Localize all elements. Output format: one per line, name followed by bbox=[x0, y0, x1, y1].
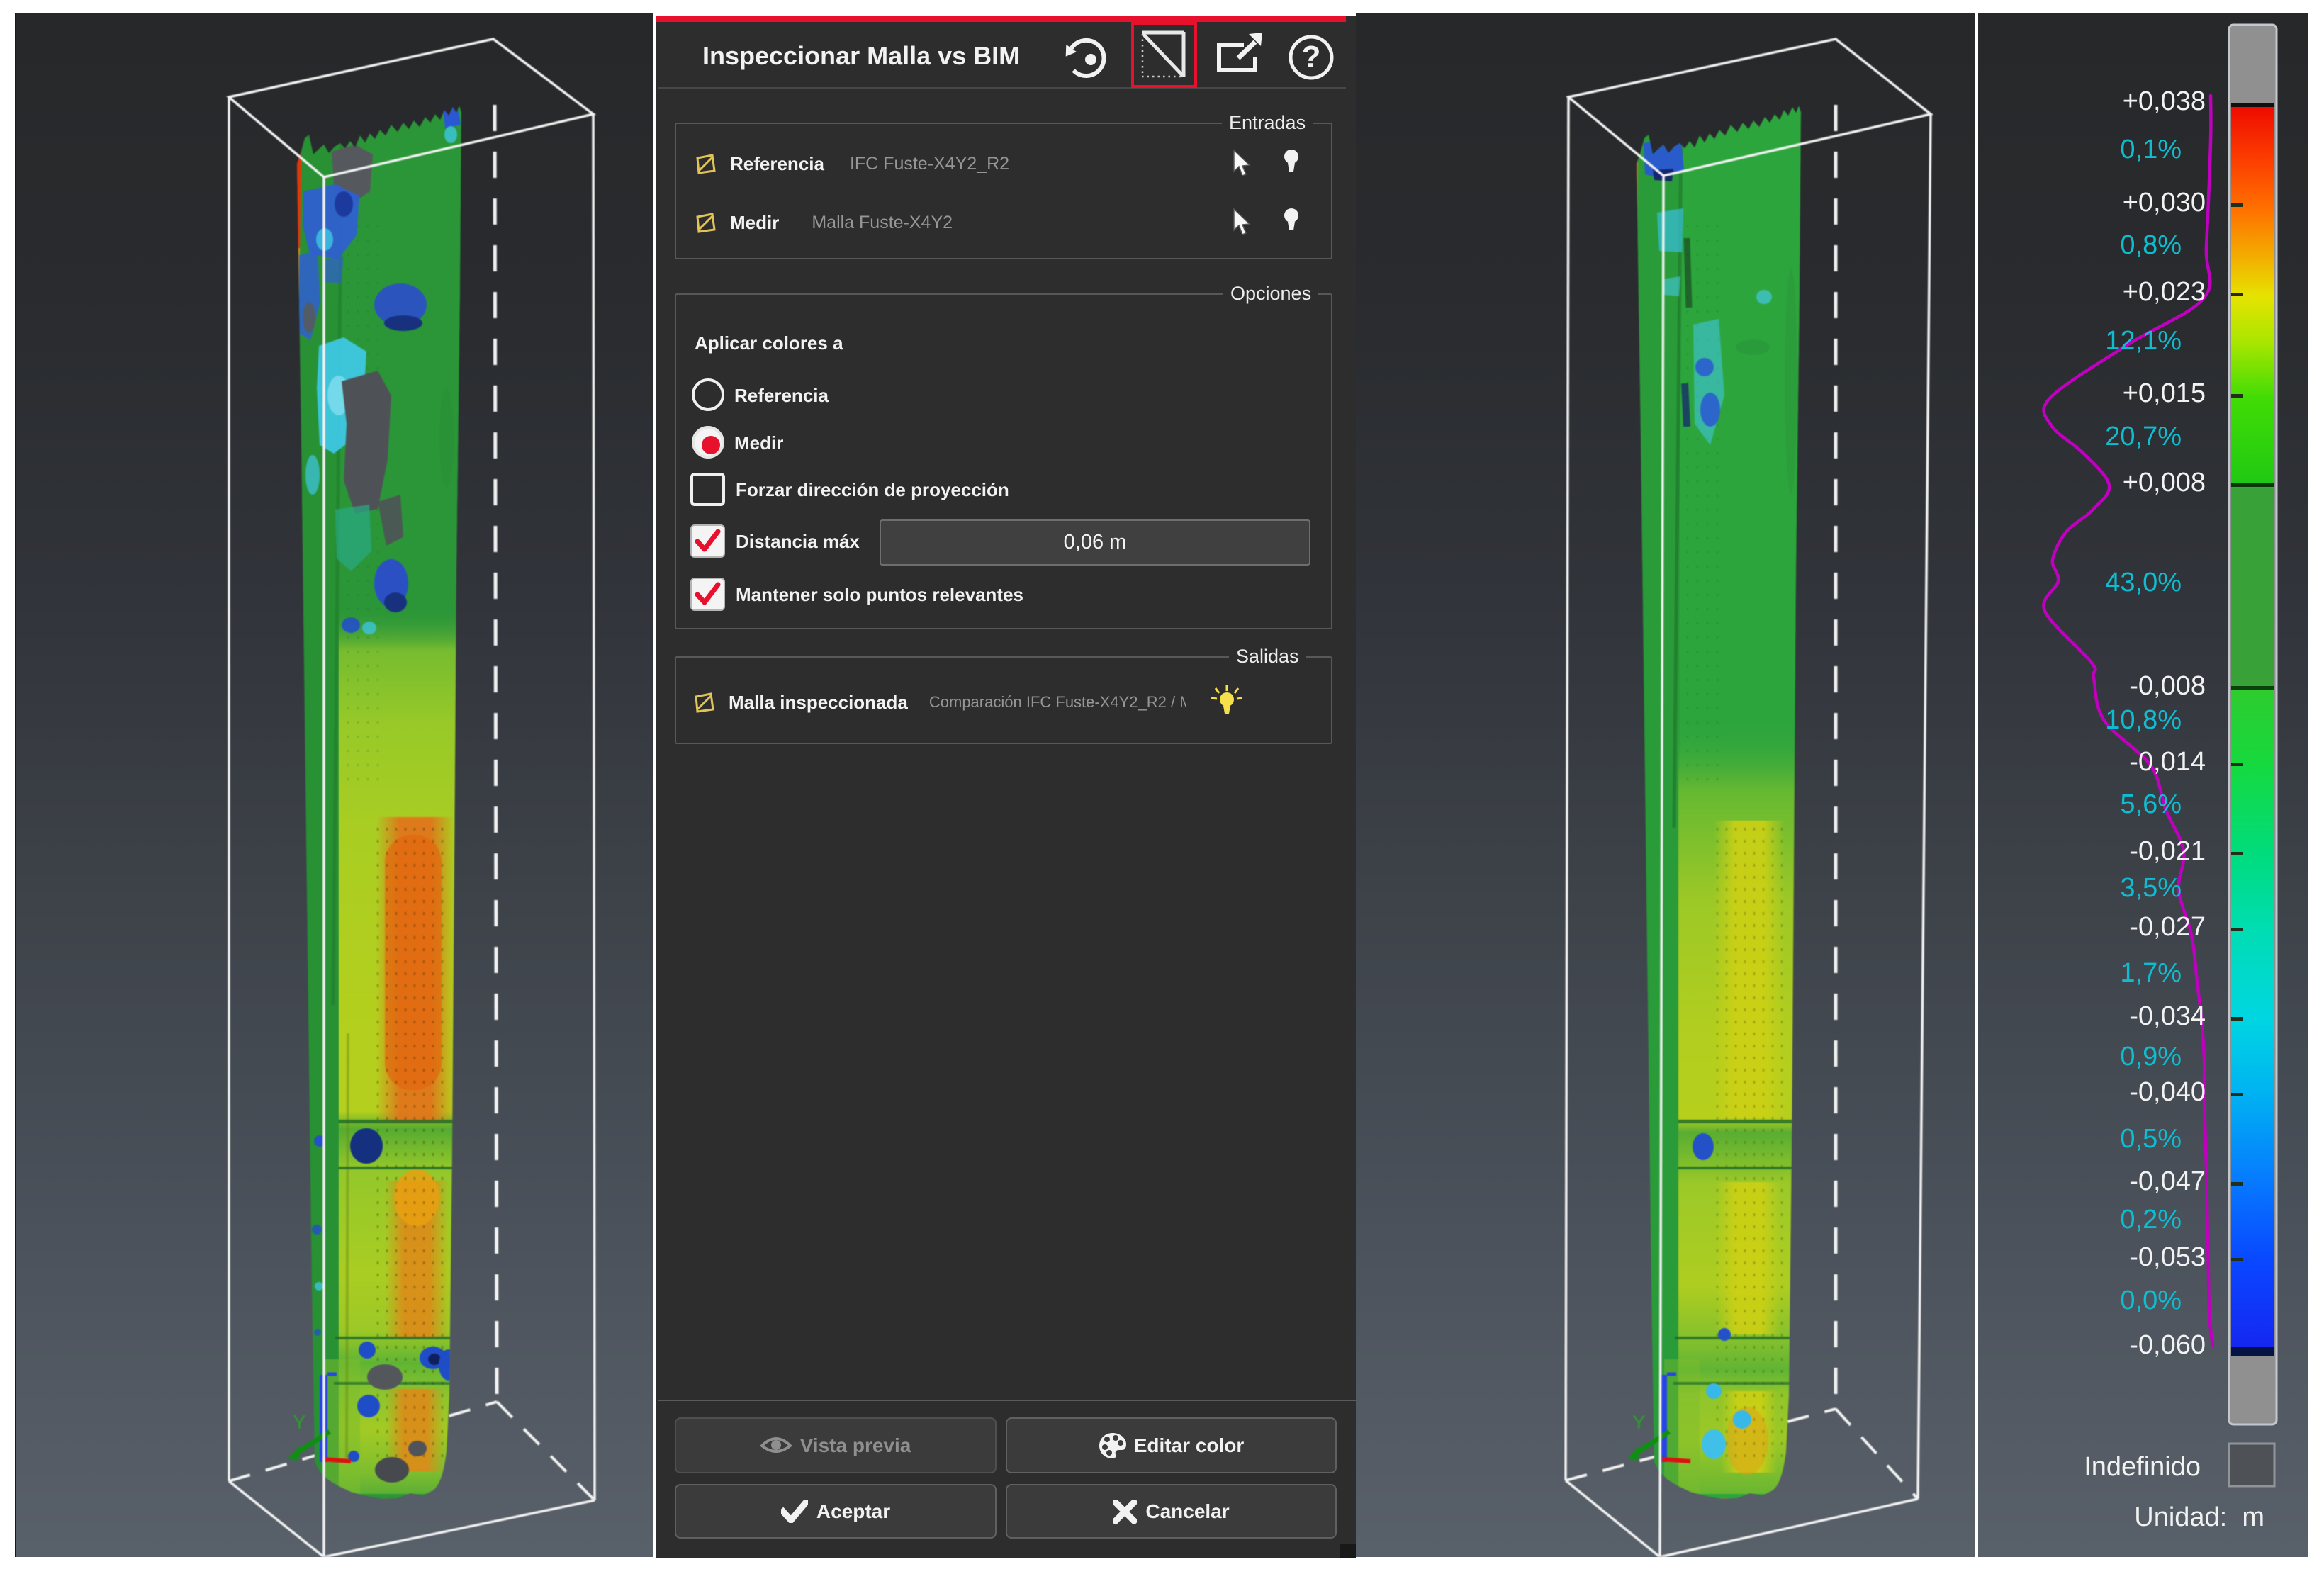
svg-text:Y: Y bbox=[293, 1411, 306, 1433]
svg-text:?: ? bbox=[1302, 40, 1321, 74]
svg-text:Y: Y bbox=[1632, 1411, 1646, 1433]
